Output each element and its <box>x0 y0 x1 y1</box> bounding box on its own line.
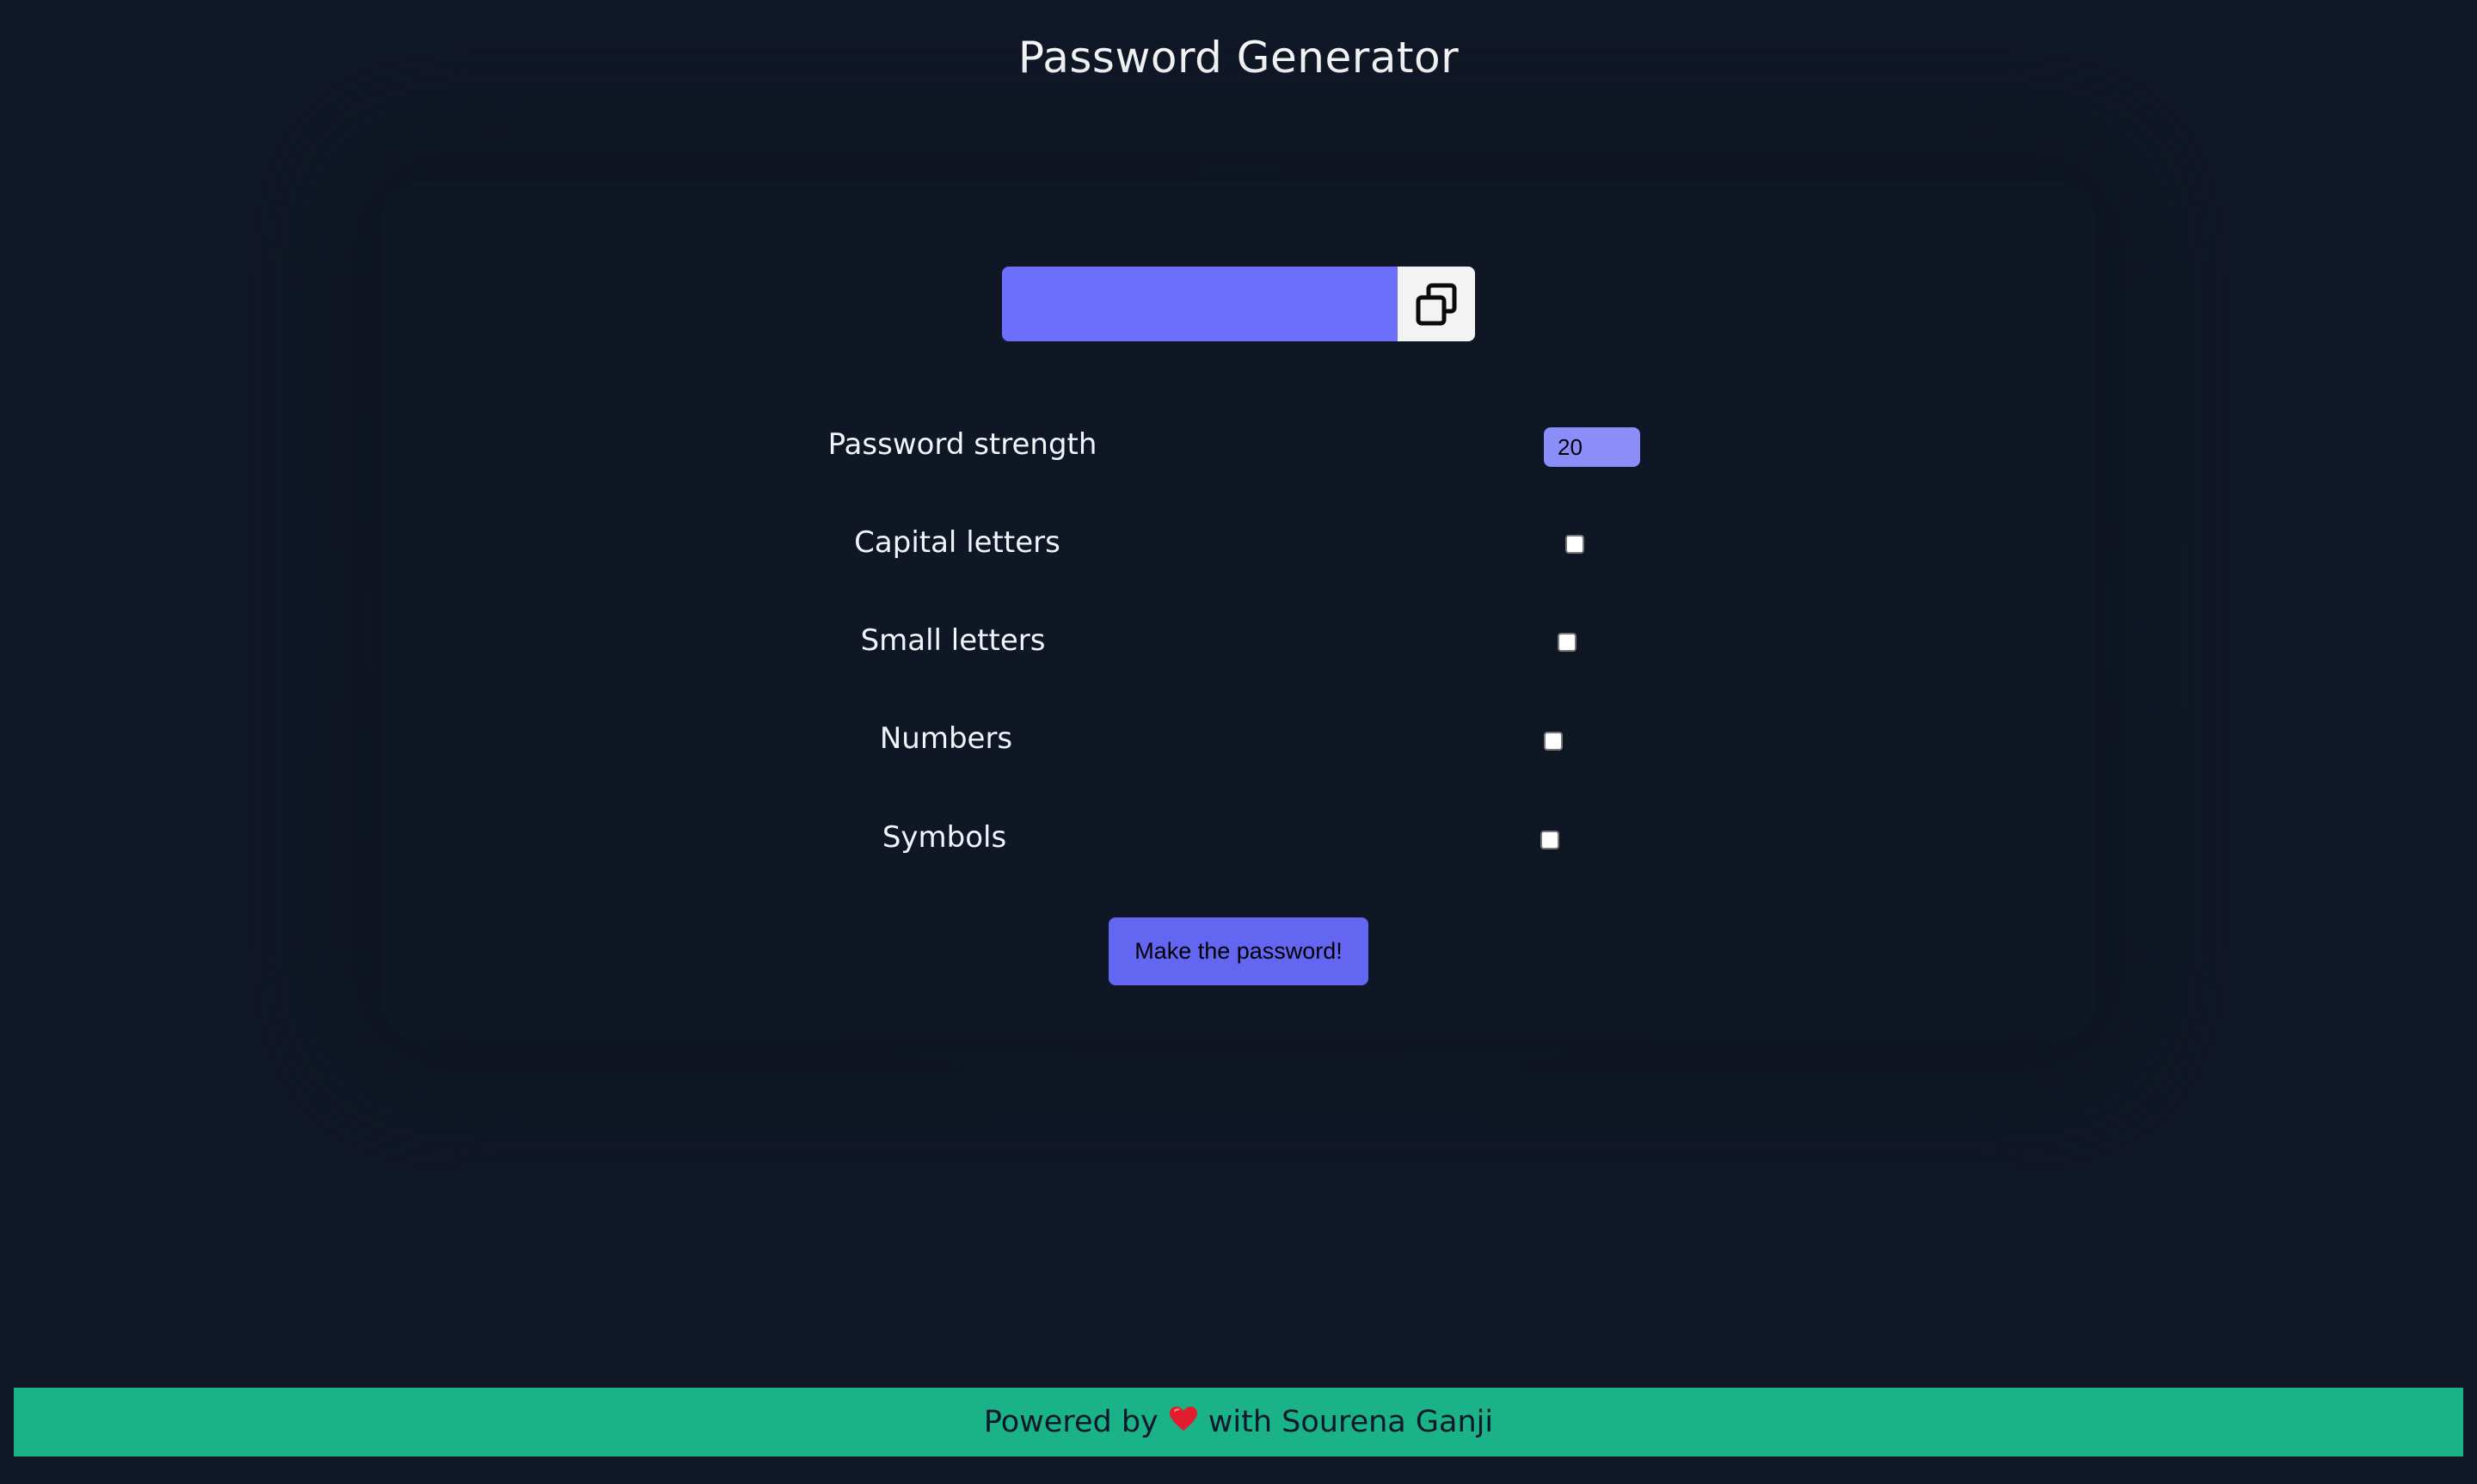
footer-suffix: with Sourena Ganji <box>1208 1405 1494 1439</box>
password-output-row <box>1002 267 1475 341</box>
footer-prefix: Powered by <box>983 1405 1159 1439</box>
page-title: Password Generator <box>1017 33 1460 83</box>
symbols-label: Symbols <box>882 820 1007 855</box>
password-strength-label: Password strength <box>827 427 1097 462</box>
copy-icon <box>1416 283 1457 325</box>
page: Password Generator Password strength Cap… <box>0 0 2477 1484</box>
numbers-checkbox[interactable] <box>1544 732 1563 751</box>
symbols-checkbox[interactable] <box>1540 831 1559 849</box>
footer: Powered by with Sourena Ganji <box>14 1388 2463 1456</box>
small-letters-label: Small letters <box>860 623 1046 658</box>
capital-letters-checkbox[interactable] <box>1565 535 1584 554</box>
heart-icon <box>1169 1405 1198 1439</box>
small-letters-checkbox[interactable] <box>1558 633 1577 652</box>
capital-letters-label: Capital letters <box>854 525 1060 560</box>
numbers-label: Numbers <box>879 721 1013 756</box>
make-password-button[interactable]: Make the password! <box>1109 917 1368 985</box>
password-output-field[interactable] <box>1002 267 1398 341</box>
password-length-input[interactable] <box>1544 427 1640 467</box>
copy-button[interactable] <box>1398 267 1475 341</box>
